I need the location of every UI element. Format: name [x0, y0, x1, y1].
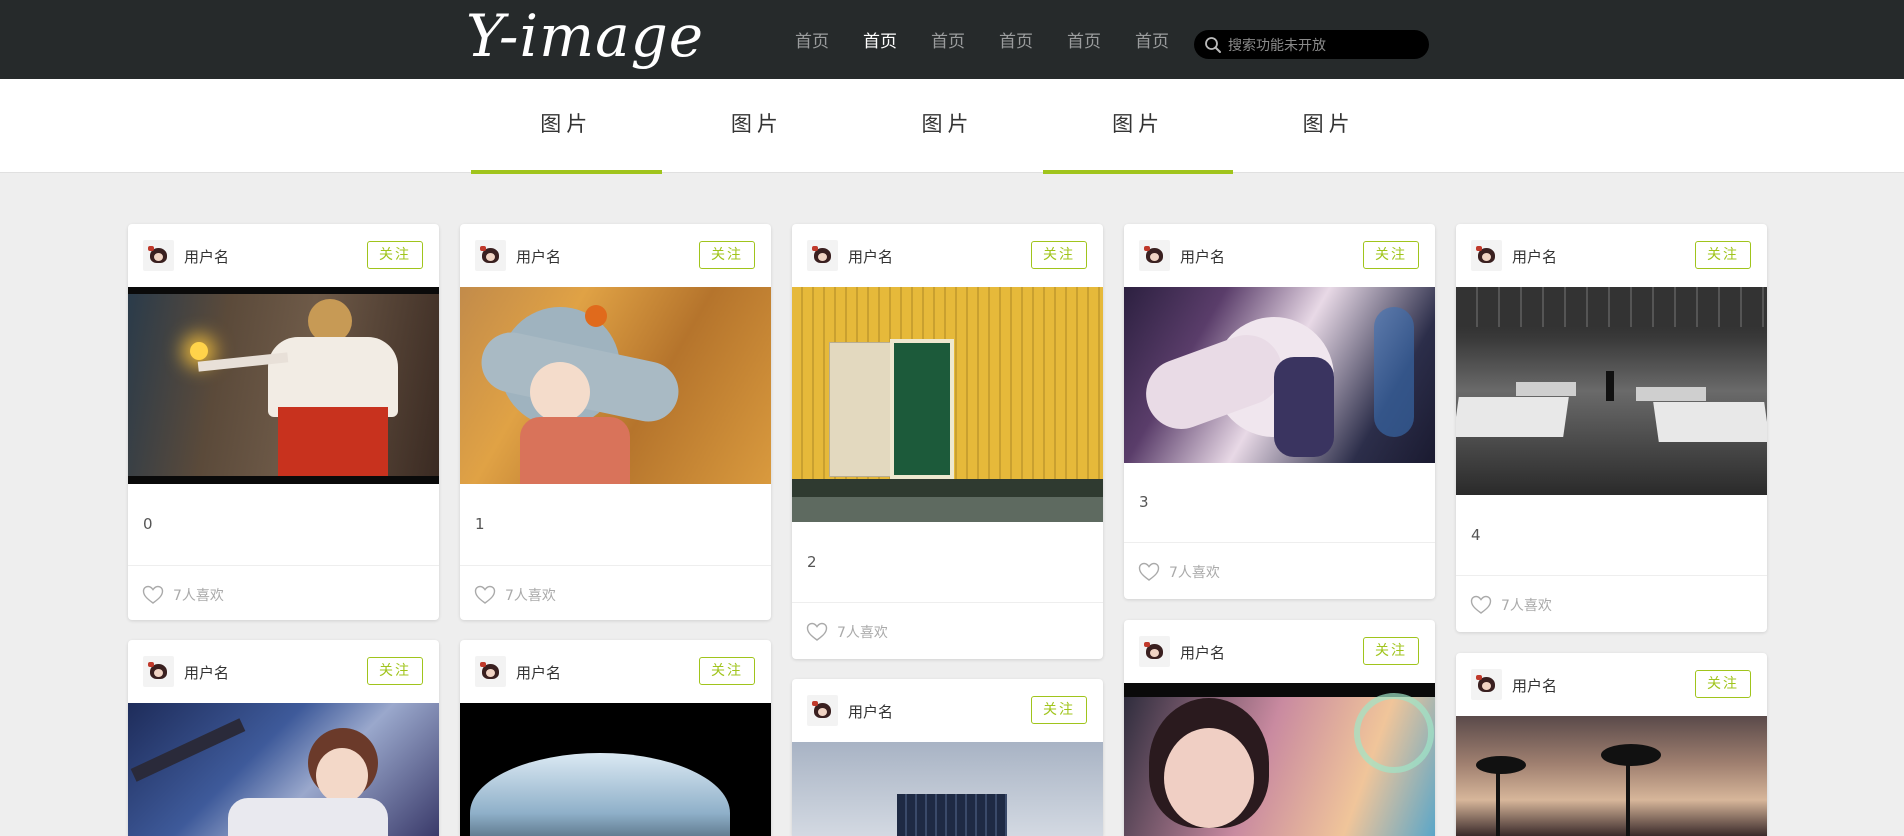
top-header: Y-image 首页 首页 首页 首页 首页 首页 搜索功能未开放	[0, 0, 1904, 79]
tab-images-4[interactable]: 图片	[1042, 79, 1234, 174]
card-footer: 7人喜欢	[792, 602, 1103, 659]
category-tabs: 图片 图片 图片 图片 图片	[471, 79, 1424, 174]
username[interactable]: 用户名	[1512, 675, 1557, 696]
card-image[interactable]	[792, 287, 1103, 522]
card-caption: 3	[1139, 493, 1149, 511]
image-card: 用户名 关注	[1456, 653, 1767, 836]
card-caption: 1	[475, 515, 485, 533]
follow-button[interactable]: 关注	[367, 657, 423, 685]
avatar[interactable]	[1471, 669, 1502, 700]
avatar[interactable]	[143, 656, 174, 687]
image-card: 用户名 关注 3 7人喜欢	[1124, 224, 1435, 599]
username[interactable]: 用户名	[1180, 246, 1225, 267]
card-footer: 7人喜欢	[1124, 542, 1435, 599]
username[interactable]: 用户名	[1180, 642, 1225, 663]
nav-item-home-4[interactable]: 首页	[982, 0, 1050, 79]
card-header: 用户名 关注	[792, 679, 1103, 742]
search-input[interactable]: 搜索功能未开放	[1228, 35, 1326, 55]
card-image[interactable]	[460, 703, 771, 836]
nav-item-home-2[interactable]: 首页	[846, 0, 914, 79]
card-image[interactable]	[1124, 287, 1435, 463]
username[interactable]: 用户名	[184, 246, 229, 267]
heart-icon[interactable]	[474, 585, 496, 605]
username[interactable]: 用户名	[848, 246, 893, 267]
heart-icon[interactable]	[142, 585, 164, 605]
card-caption: 4	[1471, 526, 1481, 544]
avatar[interactable]	[807, 240, 838, 271]
likes-count: 7人喜欢	[837, 625, 888, 641]
card-image[interactable]	[128, 703, 439, 836]
heart-icon[interactable]	[1138, 562, 1160, 582]
card-footer: 7人喜欢	[1456, 575, 1767, 632]
card-header: 用户名 关注	[128, 640, 439, 703]
likes-count: 7人喜欢	[505, 588, 556, 604]
follow-button[interactable]: 关注	[367, 241, 423, 269]
follow-button[interactable]: 关注	[1695, 241, 1751, 269]
nav-item-home-6[interactable]: 首页	[1118, 0, 1186, 79]
search-icon	[1205, 36, 1221, 53]
site-logo[interactable]: Y-image	[466, 0, 704, 79]
card-header: 用户名 关注	[460, 640, 771, 703]
card-image[interactable]	[1124, 683, 1435, 836]
tab-images-2[interactable]: 图片	[662, 79, 853, 173]
follow-button[interactable]: 关注	[699, 657, 755, 685]
card-caption: 0	[143, 515, 153, 533]
card-footer: 7人喜欢	[128, 565, 439, 620]
heart-icon[interactable]	[1470, 595, 1492, 615]
follow-button[interactable]: 关注	[1031, 696, 1087, 724]
card-header: 用户名 关注	[792, 224, 1103, 287]
card-header: 用户名 关注	[1124, 224, 1435, 287]
card-header: 用户名 关注	[1456, 653, 1767, 716]
follow-button[interactable]: 关注	[699, 241, 755, 269]
likes-count: 7人喜欢	[1501, 598, 1552, 614]
image-card: 用户名 关注 1 7人喜欢	[460, 224, 771, 620]
follow-button[interactable]: 关注	[1695, 670, 1751, 698]
follow-button[interactable]: 关注	[1031, 241, 1087, 269]
nav-item-home-5[interactable]: 首页	[1050, 0, 1118, 79]
category-tabs-bar: 图片 图片 图片 图片 图片	[0, 79, 1904, 174]
card-header: 用户名 关注	[1124, 620, 1435, 683]
nav-item-home-1[interactable]: 首页	[778, 0, 846, 79]
image-card: 用户名 关注	[792, 679, 1103, 836]
avatar[interactable]	[475, 240, 506, 271]
avatar[interactable]	[1139, 240, 1170, 271]
card-image[interactable]	[792, 742, 1103, 836]
tab-images-1[interactable]: 图片	[471, 79, 662, 174]
tab-images-5[interactable]: 图片	[1233, 79, 1424, 173]
username[interactable]: 用户名	[516, 246, 561, 267]
nav-item-home-3[interactable]: 首页	[914, 0, 982, 79]
likes-count: 7人喜欢	[173, 588, 224, 604]
avatar[interactable]	[807, 695, 838, 726]
username[interactable]: 用户名	[848, 701, 893, 722]
card-header: 用户名 关注	[460, 224, 771, 287]
image-card: 用户名 关注	[128, 640, 439, 836]
image-card: 用户名 关注 0 7人喜欢	[128, 224, 439, 620]
follow-button[interactable]: 关注	[1363, 241, 1419, 269]
likes-count: 7人喜欢	[1169, 565, 1220, 581]
card-image[interactable]	[1456, 716, 1767, 836]
avatar[interactable]	[143, 240, 174, 271]
search-box[interactable]: 搜索功能未开放	[1194, 30, 1429, 59]
image-card: 用户名 关注 4 7人喜欢	[1456, 224, 1767, 632]
image-card: 用户名 关注	[1124, 620, 1435, 836]
image-card: 用户名 关注 2 7人喜欢	[792, 224, 1103, 659]
follow-button[interactable]: 关注	[1363, 637, 1419, 665]
username[interactable]: 用户名	[1512, 246, 1557, 267]
avatar[interactable]	[1471, 240, 1502, 271]
avatar[interactable]	[1139, 636, 1170, 667]
username[interactable]: 用户名	[516, 662, 561, 683]
card-image[interactable]	[1456, 287, 1767, 495]
card-caption: 2	[807, 553, 817, 571]
card-header: 用户名 关注	[1456, 224, 1767, 287]
tab-images-3[interactable]: 图片	[852, 79, 1043, 173]
heart-icon[interactable]	[806, 622, 828, 642]
card-header: 用户名 关注	[128, 224, 439, 287]
card-image[interactable]	[128, 287, 439, 484]
image-card: 用户名 关注	[460, 640, 771, 836]
main-nav: 首页 首页 首页 首页 首页 首页	[778, 0, 1186, 79]
avatar[interactable]	[475, 656, 506, 687]
card-image[interactable]	[460, 287, 771, 484]
card-footer: 7人喜欢	[460, 565, 771, 620]
username[interactable]: 用户名	[184, 662, 229, 683]
